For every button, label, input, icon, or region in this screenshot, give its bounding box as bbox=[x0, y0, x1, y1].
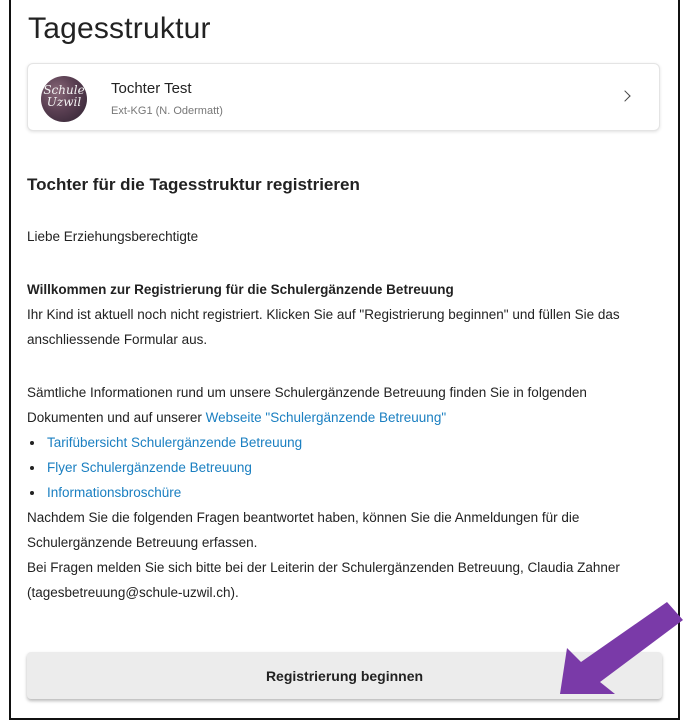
info-paragraph: Sämtliche Informationen rund um unsere S… bbox=[27, 380, 667, 430]
flyer-link[interactable]: Flyer Schulergänzende Betreuung bbox=[47, 460, 252, 475]
greeting-text: Liebe Erziehungsberechtigte bbox=[27, 229, 199, 244]
child-name: Tochter Test bbox=[111, 80, 192, 97]
tariff-link[interactable]: Tarifübersicht Schulergänzende Betreuung bbox=[47, 435, 302, 450]
after-questions-text: Nachdem Sie die folgenden Fragen beantwo… bbox=[27, 510, 580, 550]
avatar-logo-text: Schule Uzwil bbox=[43, 83, 85, 109]
intro-text: Ihr Kind ist aktuell noch nicht registri… bbox=[27, 307, 620, 347]
child-card[interactable]: Schule Uzwil Tochter Test Ext-KG1 (N. Od… bbox=[27, 63, 660, 131]
welcome-heading: Willkommen zur Registrierung für die Sch… bbox=[27, 282, 454, 297]
avatar: Schule Uzwil bbox=[41, 76, 87, 122]
child-class: Ext-KG1 (N. Odermatt) bbox=[111, 105, 223, 117]
website-link[interactable]: Webseite "Schulergänzende Betreuung" bbox=[206, 410, 447, 425]
list-item: Tarifübersicht Schulergänzende Betreuung bbox=[27, 430, 667, 455]
page-title: Tagesstruktur bbox=[28, 12, 211, 45]
annotation-arrow-icon bbox=[560, 602, 683, 694]
section-title: Tochter für die Tagesstruktur registrier… bbox=[27, 175, 360, 194]
registration-info: Liebe Erziehungsberechtigte Willkommen z… bbox=[27, 224, 667, 605]
contact-text: Bei Fragen melden Sie sich bitte bei der… bbox=[27, 560, 620, 600]
list-item: Flyer Schulergänzende Betreuung bbox=[27, 455, 667, 480]
brochure-link[interactable]: Informationsbroschüre bbox=[47, 485, 181, 500]
annotation-arrow-shape bbox=[560, 602, 683, 694]
chevron-right-icon[interactable] bbox=[619, 90, 631, 102]
document-links: Tarifübersicht Schulergänzende Betreuung… bbox=[27, 430, 667, 505]
list-item: Informationsbroschüre bbox=[27, 480, 667, 505]
